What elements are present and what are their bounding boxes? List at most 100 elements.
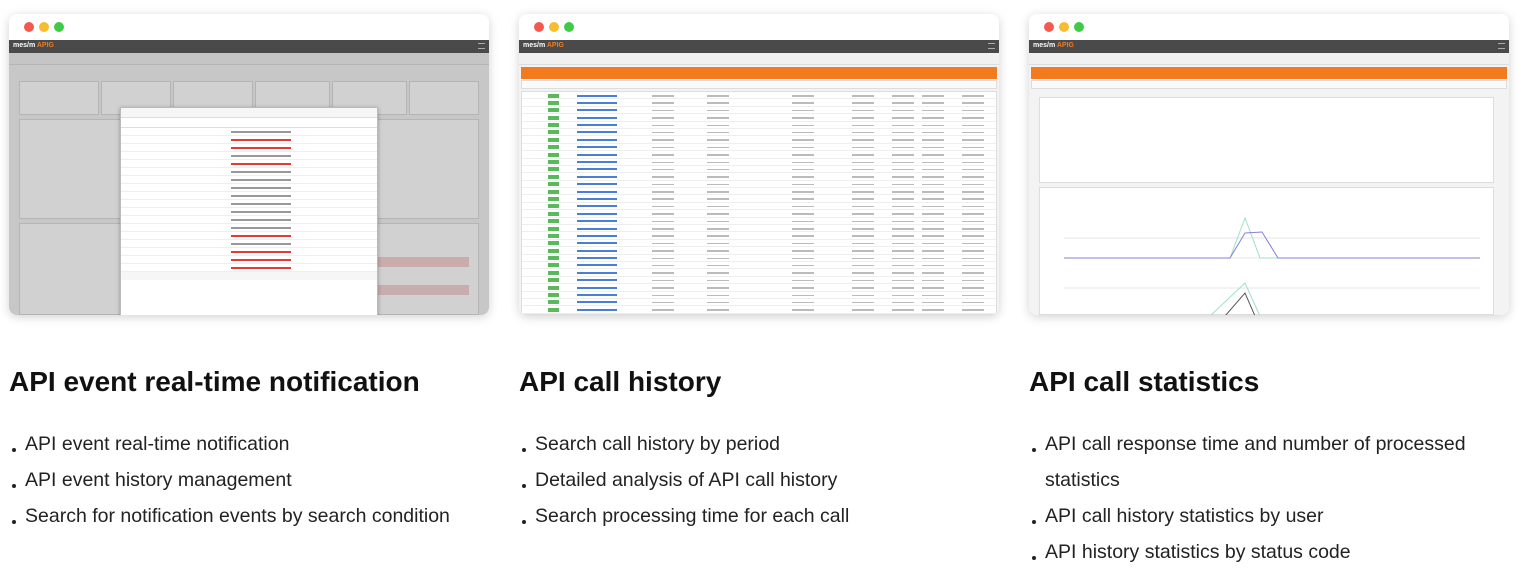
api-link[interactable] <box>577 197 617 200</box>
api-link[interactable] <box>577 183 617 186</box>
table-cell <box>652 228 674 230</box>
table-cell <box>922 272 944 274</box>
table-cell <box>962 235 984 237</box>
table-cell <box>962 309 984 311</box>
table-cell <box>922 228 944 230</box>
api-link[interactable] <box>577 286 617 289</box>
status-badge <box>548 219 559 224</box>
table-row[interactable] <box>522 255 996 262</box>
list-item[interactable] <box>121 256 377 264</box>
table-cell <box>922 109 944 112</box>
api-link[interactable] <box>577 234 617 237</box>
api-link[interactable] <box>577 279 617 282</box>
table-row[interactable] <box>522 166 996 174</box>
api-link[interactable] <box>577 294 617 297</box>
list-item[interactable] <box>121 176 377 184</box>
table-cell <box>652 124 674 127</box>
api-link[interactable] <box>577 101 617 104</box>
table-row[interactable] <box>522 136 996 144</box>
table-row[interactable] <box>522 284 996 292</box>
list-item[interactable] <box>121 216 377 224</box>
api-link[interactable] <box>577 190 617 193</box>
list-item[interactable] <box>121 128 377 136</box>
table-row[interactable] <box>522 292 996 299</box>
api-link[interactable] <box>577 153 617 156</box>
table-row[interactable] <box>522 247 996 255</box>
list-item[interactable] <box>121 192 377 200</box>
status-badge <box>548 160 559 165</box>
api-link[interactable] <box>577 257 617 260</box>
table-row[interactable] <box>522 159 996 166</box>
table-row[interactable] <box>522 114 996 122</box>
table-cell <box>852 161 874 164</box>
feature-item: Detailed analysis of API call history <box>519 462 1000 498</box>
api-link[interactable] <box>577 220 617 223</box>
table-row[interactable] <box>522 262 996 270</box>
status-badge <box>548 182 559 187</box>
api-link[interactable] <box>577 308 617 311</box>
api-link[interactable] <box>577 264 617 267</box>
list-item[interactable] <box>121 240 377 248</box>
api-link[interactable] <box>577 227 617 230</box>
api-link[interactable] <box>577 212 617 215</box>
list-item[interactable] <box>121 144 377 152</box>
list-item[interactable] <box>121 136 377 144</box>
api-link[interactable] <box>577 301 617 304</box>
api-link[interactable] <box>577 138 617 141</box>
api-link[interactable] <box>577 161 617 164</box>
table-cell <box>707 161 729 164</box>
api-link[interactable] <box>577 94 617 97</box>
table-cell <box>652 154 674 156</box>
api-link[interactable] <box>577 271 617 274</box>
table-row[interactable] <box>522 195 996 203</box>
table-row[interactable] <box>522 277 996 285</box>
list-item[interactable] <box>121 168 377 176</box>
table-row[interactable] <box>522 92 996 100</box>
table-row[interactable] <box>522 181 996 189</box>
table-row[interactable] <box>522 269 996 277</box>
list-item[interactable] <box>121 200 377 208</box>
api-link[interactable] <box>577 109 617 112</box>
list-item[interactable] <box>121 248 377 256</box>
table-row[interactable] <box>522 107 996 115</box>
table-cell <box>852 176 874 178</box>
list-item[interactable] <box>121 160 377 168</box>
api-link[interactable] <box>577 131 617 134</box>
table-row[interactable] <box>522 240 996 248</box>
table-row[interactable] <box>522 129 996 137</box>
table-row[interactable] <box>522 210 996 218</box>
table-row[interactable] <box>522 232 996 240</box>
table-row[interactable] <box>522 144 996 152</box>
api-link[interactable] <box>577 146 617 149</box>
table-cell <box>922 168 944 171</box>
table-row[interactable] <box>522 203 996 211</box>
list-item[interactable] <box>121 152 377 160</box>
api-link[interactable] <box>577 116 617 119</box>
list-item[interactable] <box>121 232 377 240</box>
api-link[interactable] <box>577 242 617 245</box>
api-link[interactable] <box>577 175 617 178</box>
api-link[interactable] <box>577 205 617 208</box>
list-item[interactable] <box>121 208 377 216</box>
table-row[interactable] <box>522 225 996 233</box>
list-item[interactable] <box>121 184 377 192</box>
statistics-chart-panel <box>1039 187 1494 315</box>
list-item[interactable] <box>121 224 377 232</box>
table-row[interactable] <box>522 122 996 129</box>
app-screen <box>9 53 489 315</box>
api-link[interactable] <box>577 168 617 171</box>
table-row[interactable] <box>522 299 996 307</box>
api-link[interactable] <box>577 249 617 252</box>
table-row[interactable] <box>522 218 996 226</box>
table-row[interactable] <box>522 306 996 314</box>
api-link[interactable] <box>577 124 617 127</box>
table-cell <box>962 176 984 178</box>
table-row[interactable] <box>522 173 996 181</box>
table-row[interactable] <box>522 188 996 196</box>
table-row[interactable] <box>522 99 996 107</box>
table-row[interactable] <box>522 151 996 159</box>
table-cell <box>962 228 984 230</box>
table-cell <box>652 191 674 193</box>
table-cell <box>792 228 814 230</box>
list-item[interactable] <box>121 264 377 272</box>
